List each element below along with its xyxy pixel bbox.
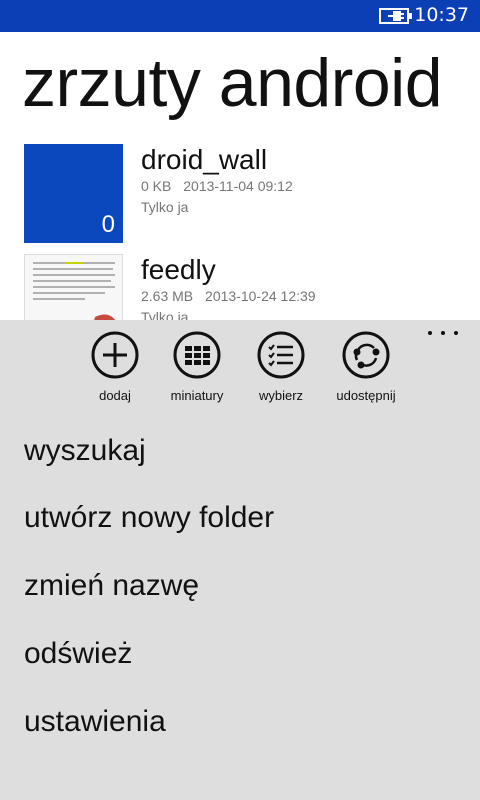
add-button-label: dodaj <box>99 388 131 403</box>
menu-item-search[interactable]: wyszukaj <box>24 434 146 468</box>
status-bar: 10:37 <box>0 0 480 32</box>
select-button-label: wybierz <box>258 388 304 403</box>
menu-item-settings[interactable]: ustawienia <box>24 705 166 739</box>
file-name: feedly <box>141 254 216 285</box>
folder-thumbnail: 0 <box>24 144 123 243</box>
select-list-icon <box>257 331 305 379</box>
menu-item-rename[interactable]: zmień nazwę <box>24 569 199 603</box>
share-button-label: udostępnij <box>336 388 396 403</box>
file-item-droid-wall[interactable]: 0 droid_wall 0 KB 2013-11-04 09:12 Tylko… <box>24 144 464 244</box>
file-date: 2013-10-24 12:39 <box>205 288 316 304</box>
menu-item-refresh[interactable]: odśwież <box>24 637 132 671</box>
file-size: 0 KB <box>141 178 172 194</box>
file-date: 2013-11-04 09:12 <box>183 178 293 194</box>
select-button[interactable]: wybierz <box>236 330 326 403</box>
file-meta: 2.63 MB 2013-10-24 12:39 <box>141 288 316 304</box>
menu-item-new-folder[interactable]: utwórz nowy folder <box>24 501 274 535</box>
add-icon <box>91 331 139 379</box>
add-button[interactable]: dodaj <box>70 330 160 403</box>
app-bar: dodaj miniatury wybierz udostępnij wyszu… <box>0 320 480 800</box>
thumbnails-button-label: miniatury <box>170 388 224 403</box>
folder-item-count: 0 <box>101 211 115 238</box>
file-size: 2.63 MB <box>141 288 194 304</box>
share-icon <box>342 331 390 379</box>
file-meta: 0 KB 2013-11-04 09:12 <box>141 178 293 194</box>
thumbnails-button[interactable]: miniatury <box>152 330 242 403</box>
page-title: zrzuty android <box>22 45 443 121</box>
grid-icon <box>173 331 221 379</box>
share-button[interactable]: udostępnij <box>321 330 411 403</box>
file-owner: Tylko ja <box>141 199 189 215</box>
battery-charging-icon <box>379 8 412 24</box>
ellipsis-icon[interactable] <box>428 326 458 340</box>
file-name: droid_wall <box>141 144 268 175</box>
status-time: 10:37 <box>414 4 469 26</box>
